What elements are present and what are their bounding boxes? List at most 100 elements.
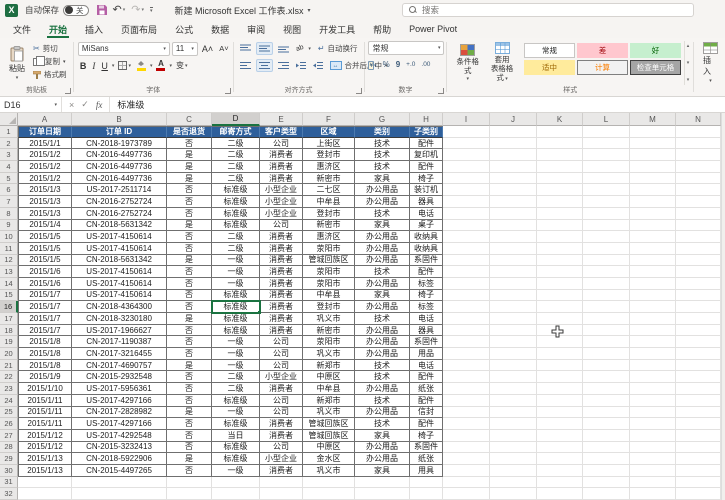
column-header-M[interactable]: M (630, 113, 676, 126)
cell-F26[interactable]: 管城回族区 (303, 418, 355, 430)
comma-style-button[interactable]: 9 (396, 60, 400, 69)
cell-A15[interactable]: 2015/1/7 (18, 289, 72, 302)
cell-K3[interactable] (537, 149, 583, 162)
number-dialog-launcher[interactable] (438, 88, 445, 94)
cell-K4[interactable] (537, 161, 583, 173)
cell-F30[interactable]: 巩义市 (303, 464, 355, 477)
cell-J3[interactable] (490, 149, 537, 162)
cell-C30[interactable]: 否 (167, 464, 212, 477)
cell-I4[interactable] (443, 161, 490, 173)
cell-D25[interactable]: 一级 (212, 406, 260, 419)
cell-H1[interactable]: 子类别 (410, 126, 443, 138)
increase-decimal-button[interactable]: +.0 (406, 61, 415, 68)
cell-H10[interactable]: 收纳具 (410, 231, 443, 243)
cell-I1[interactable] (443, 126, 490, 138)
cell-M1[interactable] (630, 126, 676, 138)
cell-F15[interactable]: 中牟县 (303, 289, 355, 302)
row-header-23[interactable]: 23 (0, 383, 18, 395)
column-header-F[interactable]: F (303, 113, 355, 126)
accounting-format-button[interactable]: ¥▾ (368, 60, 377, 70)
cell-L16[interactable] (583, 301, 630, 313)
cell-C13[interactable]: 否 (167, 266, 212, 278)
cell-F25[interactable]: 巩义市 (303, 406, 355, 419)
cell-H4[interactable]: 配件 (410, 161, 443, 173)
cell-N29[interactable] (676, 453, 721, 465)
cell-E20[interactable]: 公司 (260, 348, 303, 360)
cell-B27[interactable]: US-2017-4292548 (72, 429, 167, 442)
cell-L24[interactable] (583, 394, 630, 407)
cell-H29[interactable]: 纸张 (410, 453, 443, 465)
underline-button[interactable]: U (99, 61, 110, 71)
cell-D19[interactable]: 一级 (212, 336, 260, 349)
cell-N16[interactable] (676, 301, 721, 313)
cell-N7[interactable] (676, 196, 721, 208)
cell-J23[interactable] (490, 383, 537, 395)
cell-style-常规[interactable]: 常规 (523, 43, 575, 58)
cell-E23[interactable]: 消费者 (260, 383, 303, 395)
cell-M5[interactable] (630, 172, 676, 185)
row-header-22[interactable]: 22 (0, 371, 18, 384)
cell-H23[interactable]: 纸张 (410, 383, 443, 395)
align-left-button[interactable] (238, 60, 253, 71)
cell-M28[interactable] (630, 441, 676, 454)
cell-B22[interactable]: CN-2015-2932548 (72, 371, 167, 384)
cell-N11[interactable] (676, 242, 721, 255)
undo-dropdown-icon[interactable]: ▾ (123, 5, 126, 16)
font-color-button[interactable]: A (154, 60, 167, 71)
search-input[interactable]: 搜索 (402, 3, 694, 17)
cell-C12[interactable]: 是 (167, 254, 212, 267)
tab-Power Pivot[interactable]: Power Pivot (400, 20, 466, 38)
cell-K11[interactable] (537, 242, 583, 255)
cell-J11[interactable] (490, 242, 537, 255)
row-header-1[interactable]: 1 (0, 126, 18, 138)
cell-A1[interactable]: 订单日期 (18, 126, 72, 138)
cell-L32[interactable] (583, 488, 630, 500)
cell-I3[interactable] (443, 149, 490, 162)
cell-B14[interactable]: US-2017-4150614 (72, 277, 167, 290)
cell-style-计算[interactable]: 计算 (576, 60, 628, 75)
cell-M4[interactable] (630, 161, 676, 173)
cell-H8[interactable]: 电话 (410, 207, 443, 220)
cell-L12[interactable] (583, 254, 630, 267)
cell-L28[interactable] (583, 441, 630, 454)
column-header-C[interactable]: C (167, 113, 212, 126)
cell-G17[interactable]: 技术 (355, 313, 410, 325)
cell-M7[interactable] (630, 196, 676, 208)
cell-G19[interactable]: 办公用品 (355, 336, 410, 349)
cell-G7[interactable]: 办公用品 (355, 196, 410, 208)
cell-E3[interactable]: 消费者 (260, 149, 303, 162)
cell-C8[interactable]: 否 (167, 207, 212, 220)
cell-G22[interactable]: 技术 (355, 371, 410, 384)
customize-qat-icon[interactable]: ▾ (149, 7, 153, 14)
align-top-button[interactable] (238, 43, 253, 54)
cell-M2[interactable] (630, 137, 676, 150)
cell-M14[interactable] (630, 277, 676, 290)
cell-K13[interactable] (537, 266, 583, 278)
cell-J10[interactable] (490, 231, 537, 243)
row-header-26[interactable]: 26 (0, 418, 18, 430)
cell-B8[interactable]: CN-2016-2752724 (72, 207, 167, 220)
cell-J20[interactable] (490, 348, 537, 360)
cell-G16[interactable]: 办公用品 (355, 301, 410, 313)
cell-L4[interactable] (583, 161, 630, 173)
cell-H32[interactable] (410, 488, 443, 500)
cell-M26[interactable] (630, 418, 676, 430)
cell-A17[interactable]: 2015/1/7 (18, 313, 72, 325)
cell-N13[interactable] (676, 266, 721, 278)
cell-B28[interactable]: CN-2015-3232413 (72, 441, 167, 454)
cell-B4[interactable]: CN-2016-4497736 (72, 161, 167, 173)
cell-F1[interactable]: 区域 (303, 126, 355, 138)
cell-style-检查单元格[interactable]: 检查单元格 (629, 60, 681, 75)
paste-dropdown-icon[interactable]: ▾ (16, 75, 19, 81)
cell-J15[interactable] (490, 289, 537, 302)
cell-G9[interactable]: 家具 (355, 219, 410, 232)
cell-K29[interactable] (537, 453, 583, 465)
row-header-10[interactable]: 10 (0, 231, 18, 243)
cell-M6[interactable] (630, 184, 676, 197)
cell-H11[interactable]: 收纳具 (410, 242, 443, 255)
cell-E14[interactable]: 消费者 (260, 277, 303, 290)
cell-H13[interactable]: 配件 (410, 266, 443, 278)
row-header-8[interactable]: 8 (0, 207, 18, 220)
cell-J14[interactable] (490, 277, 537, 290)
cell-J28[interactable] (490, 441, 537, 454)
